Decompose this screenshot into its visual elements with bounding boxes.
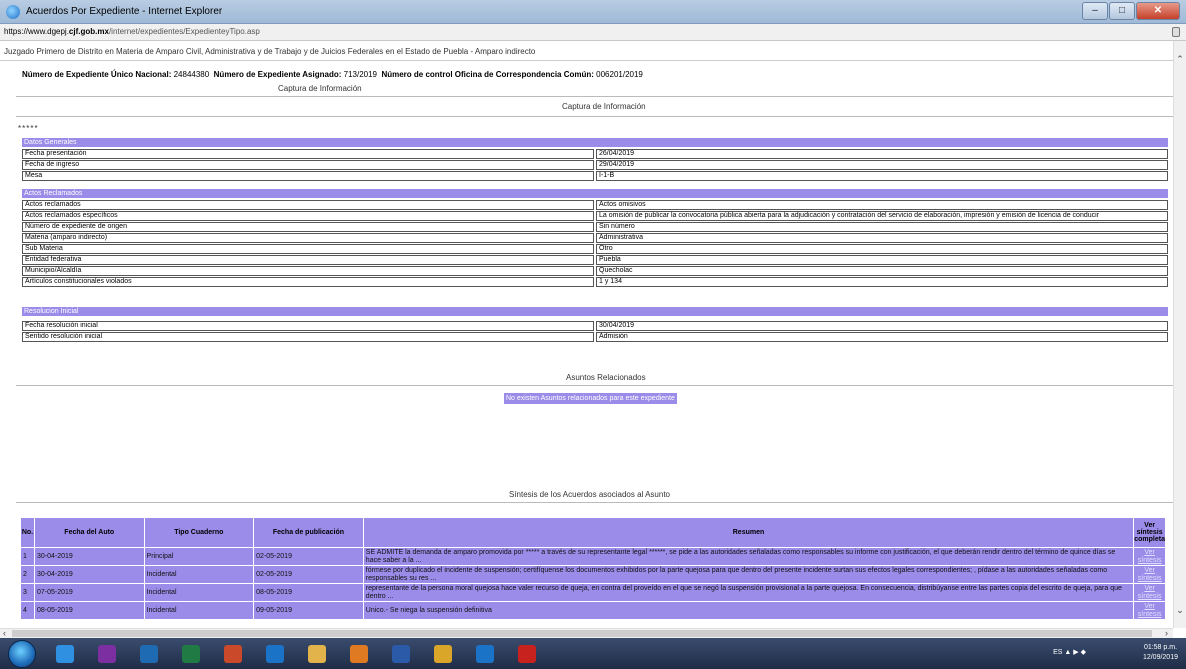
onenote-icon xyxy=(98,645,116,663)
ver-sintesis-link[interactable]: Ver síntesis xyxy=(1133,583,1166,602)
language-indicator: ES xyxy=(1053,649,1063,656)
system-clock[interactable]: 01:58 p.m. 12/09/2019 xyxy=(1143,643,1178,663)
table-header-row: No. Fecha del Auto Tipo Cuaderno Fecha d… xyxy=(20,517,1166,548)
redacted-stars: ***** xyxy=(18,124,39,133)
taskbar-internet-explorer-button[interactable] xyxy=(46,641,84,667)
chrome-icon xyxy=(434,645,452,663)
taskbar-outlook-2-button[interactable] xyxy=(466,641,504,667)
field-row: Sub Materia Otro xyxy=(22,244,1168,254)
lock-icon[interactable] xyxy=(1172,27,1180,37)
section-header-actos-reclamados: Actos Reclamados xyxy=(22,189,1168,198)
vertical-scrollbar[interactable]: ⌃ ⌄ xyxy=(1173,41,1186,628)
outlook-2-icon xyxy=(476,645,494,663)
col-header-fecha-publicacion: Fecha de publicación xyxy=(253,517,364,548)
expediente-line: Número de Expediente Único Nacional: 248… xyxy=(22,70,643,79)
section-header-datos-generales: Datos Generales xyxy=(22,138,1168,147)
excel-icon xyxy=(182,645,200,663)
page-content: Juzgado Primero de Distrito en Materia d… xyxy=(0,41,1173,628)
taskbar-word-button[interactable] xyxy=(382,641,420,667)
taskbar-outlook-blue-button[interactable] xyxy=(130,641,168,667)
taskbar-acrobat-button[interactable] xyxy=(508,641,546,667)
field-row: Número de expediente de origen Sin número xyxy=(22,222,1168,232)
field-row: Fecha presentación 26/04/2019 xyxy=(22,149,1168,159)
exp-asignado-value: 713/2019 xyxy=(343,70,377,79)
taskbar-excel-button[interactable] xyxy=(172,641,210,667)
internet-explorer-icon xyxy=(56,645,74,663)
ver-sintesis-link[interactable]: Ver síntesis xyxy=(1133,601,1166,620)
control-value: 006201/2019 xyxy=(596,70,643,79)
window-titlebar: Acuerdos Por Expediente - Internet Explo… xyxy=(0,0,1186,24)
acuerdos-table: No. Fecha del Auto Tipo Cuaderno Fecha d… xyxy=(20,517,1166,620)
court-title: Juzgado Primero de Distrito en Materia d… xyxy=(4,47,536,56)
exp-unico-value: 24844380 xyxy=(173,70,210,79)
acrobat-icon xyxy=(518,645,536,663)
field-row: Mesa I-1-B xyxy=(22,171,1168,181)
table-row: 4 08-05-2019 Incidental 09-05-2019 Unico… xyxy=(20,601,1166,620)
close-button[interactable]: ✕ xyxy=(1136,2,1180,20)
field-row: Actos reclamados específicos La omisión d… xyxy=(22,211,1168,221)
table-row: 3 07-05-2019 Incidental 08-05-2019 repre… xyxy=(20,583,1166,602)
field-row: Actos reclamados Actos omisivos xyxy=(22,200,1168,210)
clock-date: 12/09/2019 xyxy=(1142,654,1178,661)
field-row: Artículos constitucionales violados 1 y 1… xyxy=(22,277,1168,287)
outlook-blue-icon xyxy=(140,645,158,663)
table-row: 2 30-04-2019 Incidental 02-05-2019 fórme… xyxy=(20,565,1166,584)
asuntos-heading: Asuntos Relacionados xyxy=(566,373,646,382)
window-controls: – □ ✕ xyxy=(1081,2,1180,20)
ver-sintesis-link[interactable]: Ver síntesis xyxy=(1133,565,1166,584)
taskbar-file-explorer-button[interactable] xyxy=(298,641,336,667)
taskbar-powerpoint-button[interactable] xyxy=(214,641,252,667)
address-url[interactable]: https://www.dgepj.cjf.gob.mx/internet/ex… xyxy=(4,27,260,36)
taskbar-paint-button[interactable] xyxy=(340,641,378,667)
captura-heading: Captura de Información xyxy=(562,102,646,111)
divider xyxy=(16,96,1173,97)
internet-explorer-icon xyxy=(6,5,20,19)
taskbar-chrome-button[interactable] xyxy=(424,641,462,667)
taskbar: ES ▲ ▶ ◆ 01:58 p.m. 12/09/2019 xyxy=(0,638,1186,669)
scroll-up-icon[interactable]: ⌃ xyxy=(1174,53,1186,65)
col-header-fecha-auto: Fecha del Auto xyxy=(33,517,145,548)
scroll-down-icon[interactable]: ⌄ xyxy=(1174,604,1186,616)
horizontal-scrollbar[interactable]: ‹ › xyxy=(0,628,1173,638)
field-row: Entidad federativa Puebla xyxy=(22,255,1168,265)
field-row: Municipio/Alcaldía Quecholac xyxy=(22,266,1168,276)
field-row: Fecha resolución inicial 30/04/2019 xyxy=(22,321,1168,331)
scroll-right-icon[interactable]: › xyxy=(1165,628,1168,638)
col-header-no: No. xyxy=(20,517,35,548)
col-header-tipo-cuaderno: Tipo Cuaderno xyxy=(143,517,255,548)
powerpoint-icon xyxy=(224,645,242,663)
no-related-message: No existen Asuntos relacionados para est… xyxy=(504,393,677,404)
expediente-details-frame[interactable]: Datos Generales Fecha presentación 26/04/… xyxy=(18,136,1170,346)
sintesis-heading: Síntesis de los Acuerdos asociados al As… xyxy=(509,490,670,499)
section-header-resolucion-inicial: Resolucion Inicial xyxy=(22,307,1168,316)
field-row: Materia (amparo indirecto) Administrativa xyxy=(22,233,1168,243)
captura-label: Captura de Información xyxy=(278,84,362,93)
scroll-left-icon[interactable]: ‹ xyxy=(3,628,6,638)
paint-icon xyxy=(350,645,368,663)
clock-time: 01:58 p.m. xyxy=(1143,644,1178,651)
divider xyxy=(16,116,1173,117)
address-bar[interactable]: https://www.dgepj.cjf.gob.mx/internet/ex… xyxy=(0,24,1186,41)
divider xyxy=(16,502,1173,503)
field-row: Fecha de ingreso 29/04/2019 xyxy=(22,160,1168,170)
taskbar-onenote-button[interactable] xyxy=(88,641,126,667)
word-icon xyxy=(392,645,410,663)
divider xyxy=(0,60,1173,61)
col-header-ver-sintesis: Ver síntesis completa xyxy=(1133,517,1166,548)
file-explorer-icon xyxy=(308,645,326,663)
taskbar-outlook-button[interactable] xyxy=(256,641,294,667)
scroll-thumb[interactable] xyxy=(12,630,1152,637)
maximize-button[interactable]: □ xyxy=(1109,2,1135,20)
field-row: Sentido resolución inicial Admisión xyxy=(22,332,1168,342)
system-tray[interactable]: ES ▲ ▶ ◆ xyxy=(1053,648,1086,656)
divider xyxy=(16,385,1173,386)
col-header-resumen: Resumen xyxy=(362,517,1135,548)
minimize-button[interactable]: – xyxy=(1082,2,1108,20)
outlook-icon xyxy=(266,645,284,663)
ver-sintesis-link[interactable]: Ver síntesis xyxy=(1133,547,1166,566)
window-title: Acuerdos Por Expediente - Internet Explo… xyxy=(26,6,223,17)
table-row: 1 30-04-2019 Principal 02-05-2019 SE ADM… xyxy=(20,547,1166,566)
start-button-icon[interactable] xyxy=(8,640,36,668)
